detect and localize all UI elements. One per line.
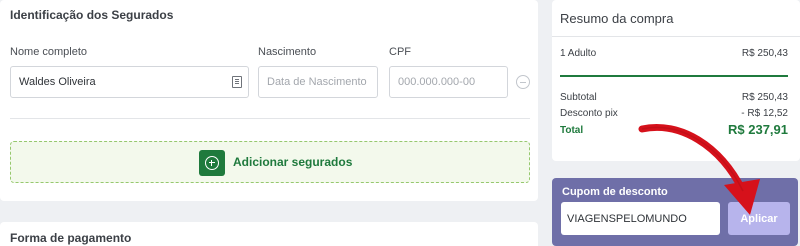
birth-date-label: Nascimento (258, 46, 317, 58)
birth-date-input[interactable] (258, 66, 378, 98)
remove-insured-icon[interactable] (516, 75, 530, 89)
divider (10, 118, 530, 119)
full-name-input[interactable] (10, 66, 249, 98)
total-label: Total (560, 125, 584, 136)
payment-card: Forma de pagamento (0, 222, 538, 246)
add-circle-icon (199, 150, 225, 176)
coupon-title: Cupom de desconto (562, 186, 668, 198)
id-card-icon (232, 76, 242, 88)
cpf-input[interactable] (389, 66, 508, 98)
coupon-card: Cupom de desconto Aplicar (552, 178, 798, 246)
discount-value: - R$ 12,52 (741, 108, 788, 119)
subtotal-value: R$ 250,43 (741, 92, 788, 103)
subtotal-label: Subtotal (560, 92, 597, 103)
name-label: Nome completo (10, 46, 88, 58)
discount-label: Desconto pix (560, 108, 618, 119)
add-insured-button[interactable]: Adicionar segurados (10, 141, 530, 183)
coupon-code-input[interactable] (561, 202, 720, 235)
purchase-summary-card: Resumo da compra 1 Adulto R$ 250,43 Subt… (552, 0, 800, 161)
divider (552, 36, 800, 37)
summary-title: Resumo da compra (560, 11, 674, 26)
insured-section-title: Identificação dos Segurados (10, 8, 174, 22)
item-label: 1 Adulto (560, 48, 597, 59)
apply-coupon-button[interactable]: Aplicar (728, 202, 790, 235)
total-value: R$ 237,91 (728, 122, 788, 137)
cpf-label: CPF (389, 46, 411, 58)
summary-accent-bar (560, 75, 788, 77)
insured-card: Identificação dos Segurados Nome complet… (0, 0, 538, 201)
payment-section-title: Forma de pagamento (10, 231, 132, 245)
add-insured-label: Adicionar segurados (233, 155, 353, 169)
item-value: R$ 250,43 (741, 48, 788, 59)
